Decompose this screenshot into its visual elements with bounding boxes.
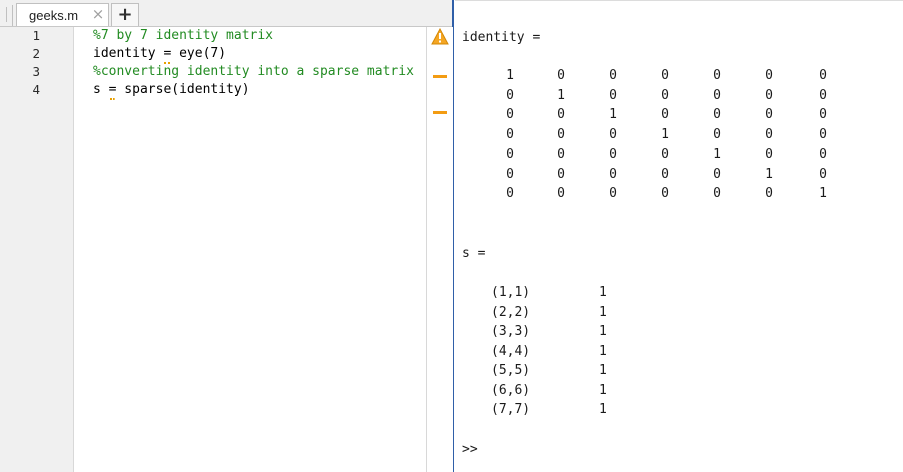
code-analyzer-bar: [426, 27, 453, 472]
matrix-cell: 0: [765, 127, 773, 143]
code-line-1[interactable]: %7 by 7 identity matrix: [93, 27, 273, 45]
matrix-cell: 0: [557, 146, 565, 162]
editor-tab-bar: geeks.m × +: [0, 0, 452, 27]
line-number: 4: [32, 82, 40, 97]
matrix-cell: 1: [765, 166, 773, 182]
sparse-index: (1,1): [491, 285, 531, 300]
matrix-cell: 0: [506, 146, 514, 162]
sparse-value: 1: [599, 382, 607, 398]
line-number: 3: [32, 64, 40, 79]
sparse-index: (6,6): [491, 382, 531, 398]
matrix-cell: 0: [661, 166, 669, 182]
line-number: 1: [32, 28, 40, 43]
matrix-cell: 0: [609, 166, 617, 182]
sparse-value: 1: [599, 343, 607, 359]
matrix-cell: 0: [765, 87, 773, 103]
command-window[interactable]: identity = 1 0 0 0 0 0 0 0 1 0 0 0 0 0 0 0 1 0 0 0 0 0 0 0 1 0 0 0 0…: [455, 0, 903, 472]
matrix-cell: 0: [765, 68, 773, 83]
code-token: s: [93, 82, 109, 97]
matrix-cell: 1: [819, 186, 827, 202]
sparse-index: (3,3): [491, 324, 531, 339]
sparse-value: 1: [599, 402, 607, 417]
matrix-cell: 0: [557, 68, 565, 83]
matrix-cell: 0: [506, 107, 514, 123]
sparse-value: 1: [599, 304, 607, 320]
matrix-cell: 1: [713, 146, 721, 162]
matrix-cell: 1: [506, 68, 514, 83]
matrix-cell: 0: [661, 146, 669, 162]
matrix-cell: 0: [557, 127, 565, 143]
matrix-cell: 0: [661, 68, 669, 83]
matrix-cell: 0: [557, 186, 565, 202]
matrix-cell: 0: [609, 68, 617, 83]
tab-geeks-m[interactable]: geeks.m ×: [16, 3, 109, 26]
matrix-cell: 0: [819, 127, 827, 143]
code-line-2[interactable]: identity = eye(7): [93, 45, 227, 64]
matrix-cell: 0: [506, 186, 514, 202]
warning-underlined-operator[interactable]: =: [163, 45, 171, 64]
command-prompt[interactable]: >>: [462, 441, 478, 459]
line-number: 2: [32, 46, 40, 61]
matrix-cell: 0: [819, 68, 827, 83]
sparse-value: 1: [599, 324, 607, 339]
sparse-value: 1: [599, 285, 607, 300]
matrix-cell: 0: [819, 87, 827, 103]
sparse-index: (7,7): [491, 402, 531, 417]
editor-pane: geeks.m × + 1 2 3 4 %7 by 7 identity mat…: [0, 0, 454, 472]
matrix-cell: 0: [506, 166, 514, 182]
matrix-cell: 0: [609, 146, 617, 162]
sparse-index: (2,2): [491, 304, 531, 320]
matrix-cell: 0: [713, 166, 721, 182]
warning-marker[interactable]: [433, 111, 447, 114]
matrix-cell: 0: [713, 87, 721, 103]
matrix-cell: 0: [661, 107, 669, 123]
matrix-cell: 0: [819, 166, 827, 182]
code-token: sparse(identity): [116, 82, 250, 97]
code-editor[interactable]: %7 by 7 identity matrix identity = eye(7…: [74, 27, 426, 472]
matrix-cell: 0: [765, 186, 773, 202]
matrix-cell: 0: [557, 107, 565, 123]
matrix-cell: 0: [819, 107, 827, 123]
code-line-4[interactable]: s = sparse(identity): [93, 81, 250, 100]
matrix-cell: 0: [713, 186, 721, 202]
code-token: identity: [93, 46, 164, 61]
identity-output-header: identity =: [462, 30, 541, 45]
sparse-index: (5,5): [491, 363, 531, 378]
matrix-cell: 0: [609, 87, 617, 103]
matrix-cell: 1: [609, 107, 617, 123]
warning-underlined-operator[interactable]: =: [109, 81, 116, 100]
warning-marker[interactable]: [433, 75, 447, 78]
code-line-3[interactable]: %converting identity into a sparse matri…: [93, 63, 414, 81]
warning-triangle-icon[interactable]: [431, 28, 449, 45]
matrix-cell: 0: [506, 87, 514, 103]
code-token: eye(7): [171, 46, 227, 61]
sparse-output-header: s =: [462, 246, 486, 261]
matrix-cell: 0: [661, 186, 669, 202]
matrix-cell: 0: [765, 146, 773, 162]
matrix-cell: 1: [661, 127, 669, 143]
matrix-cell: 0: [765, 107, 773, 123]
matrix-cell: 1: [557, 87, 565, 103]
close-tab-icon[interactable]: ×: [91, 5, 105, 23]
matrix-cell: 0: [713, 107, 721, 123]
sparse-value: 1: [599, 363, 607, 378]
matrix-cell: 0: [609, 186, 617, 202]
matrix-cell: 0: [661, 87, 669, 103]
sparse-index: (4,4): [491, 343, 531, 359]
matrix-cell: 0: [713, 68, 721, 83]
tab-label: geeks.m: [29, 8, 79, 23]
matrix-cell: 0: [713, 127, 721, 143]
line-number-gutter: 1 2 3 4: [0, 27, 74, 472]
matrix-cell: 0: [506, 127, 514, 143]
tab-scroll-handle[interactable]: [0, 5, 13, 26]
matrix-cell: 0: [557, 166, 565, 182]
matrix-cell: 0: [819, 146, 827, 162]
add-tab-button[interactable]: +: [111, 3, 139, 26]
matrix-cell: 0: [609, 127, 617, 143]
